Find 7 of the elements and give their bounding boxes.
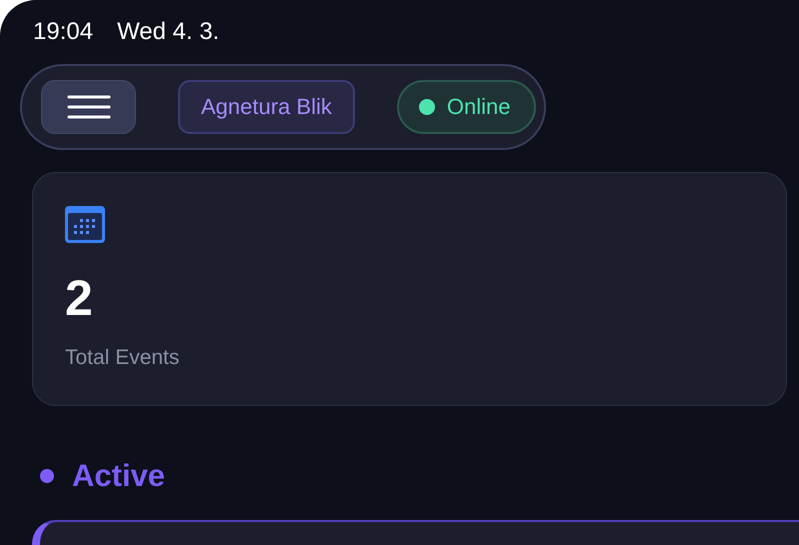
status-time: 19:04 (33, 17, 94, 47)
section-title: Active (72, 458, 166, 494)
status-date: Wed 4. 3. (117, 17, 220, 47)
stat-label: Total Events (65, 346, 180, 370)
stat-value: 2 (65, 269, 94, 328)
user-chip[interactable]: Agnetura Blik (178, 80, 355, 134)
status-label: Online (446, 94, 510, 120)
